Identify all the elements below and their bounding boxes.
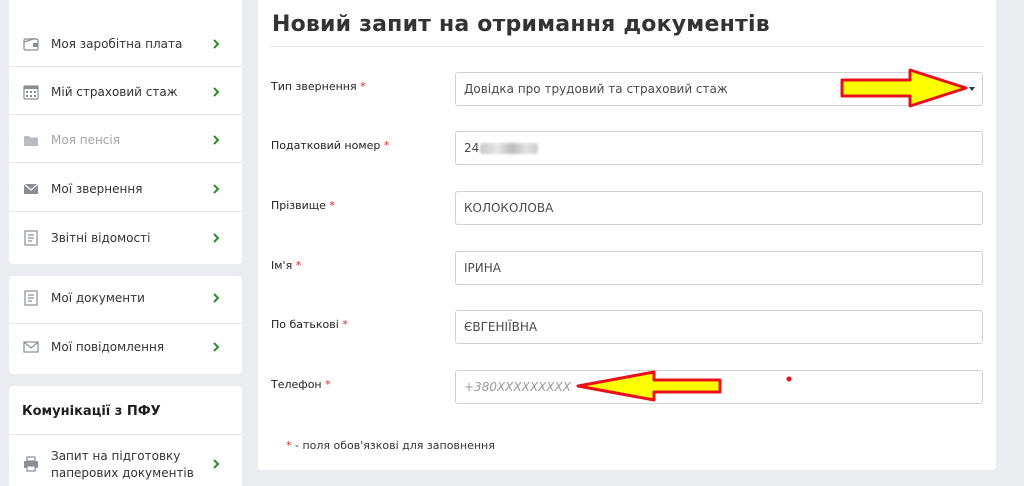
sidebar-item-label: Мої повідомлення xyxy=(51,340,165,354)
sidebar-item-label: Звітні відомості xyxy=(51,231,151,245)
first-name-input[interactable]: ІРИНА xyxy=(455,251,983,285)
chevron-right-icon xyxy=(213,39,220,49)
divider xyxy=(9,323,242,324)
chevron-right-icon xyxy=(213,135,220,145)
sidebar-item-appeals[interactable]: Мої звернення xyxy=(9,177,242,201)
surname-input[interactable]: КОЛОКОЛОВА xyxy=(455,191,983,225)
surname-label: Прізвище * xyxy=(271,199,335,212)
chevron-right-icon xyxy=(213,293,220,303)
divider xyxy=(9,162,242,163)
sidebar-item-reports[interactable]: Звітні відомості xyxy=(9,226,242,250)
sidebar-item-label: Мій страховий стаж xyxy=(51,85,178,99)
first-name-label: Ім'я * xyxy=(271,259,302,272)
sidebar-item-label: Запит на підготовку паперових документів xyxy=(51,449,194,480)
chevron-right-icon xyxy=(213,87,220,97)
sidebar-communications-card: Комунікації з ПФУ Запит на підготовку па… xyxy=(9,386,242,486)
redacted-blur xyxy=(480,142,539,154)
request-type-label: Тип звернення * xyxy=(271,80,366,93)
phone-label: Телефон * xyxy=(271,378,331,391)
sidebar-docs-card: Мої документи Мої повідомлення xyxy=(9,276,242,374)
wallet-icon xyxy=(23,36,39,52)
divider xyxy=(9,211,242,212)
folder-icon xyxy=(23,132,39,148)
chevron-right-icon xyxy=(213,342,220,352)
page-title: Новий запит на отримання документів xyxy=(272,12,770,37)
sidebar-item-messages[interactable]: Мої повідомлення xyxy=(9,335,242,359)
request-form-panel: Новий запит на отримання документів Тип … xyxy=(258,0,996,470)
required-fields-note: * - поля обов'язкові для заповнення xyxy=(286,439,495,452)
caret-down-icon xyxy=(969,87,975,91)
tax-number-input[interactable]: 24 xyxy=(455,131,983,165)
sidebar-item-documents[interactable]: Мої документи xyxy=(9,286,242,310)
tax-number-label: Податковий номер * xyxy=(271,139,390,152)
sidebar-item-pension[interactable]: Моя пенсія xyxy=(9,128,242,152)
sidebar-item-insurance[interactable]: Мій страховий стаж xyxy=(9,80,242,104)
sidebar-menu-card: Моя заробітна плата Мій страховий стаж М… xyxy=(9,0,242,264)
patronymic-label: По батькові * xyxy=(271,318,348,331)
document-icon xyxy=(23,290,39,306)
sidebar-item-salary[interactable]: Моя заробітна плата xyxy=(9,32,242,56)
report-icon xyxy=(23,230,39,246)
divider xyxy=(270,46,984,47)
calendar-icon xyxy=(23,84,39,100)
chevron-right-icon xyxy=(213,459,220,469)
phone-input[interactable]: +380XXXXXXXXX xyxy=(455,370,983,404)
patronymic-input[interactable]: ЄВГЕНІЇВНА xyxy=(455,310,983,344)
chevron-right-icon xyxy=(213,233,220,243)
sidebar-item-label: Мої звернення xyxy=(51,182,143,196)
divider xyxy=(9,434,242,435)
request-type-select[interactable]: Довідка про трудовий та страховий стаж xyxy=(455,72,983,106)
sidebar-item-paper-documents-request[interactable]: Запит на підготовку паперових документів xyxy=(9,444,242,484)
divider xyxy=(9,114,242,115)
section-title: Комунікації з ПФУ xyxy=(22,404,161,419)
envelope-icon xyxy=(23,181,39,197)
printer-icon xyxy=(23,456,39,472)
sidebar-item-label: Моя пенсія xyxy=(51,133,120,147)
divider xyxy=(9,66,242,67)
message-icon xyxy=(23,339,39,355)
chevron-right-icon xyxy=(213,184,220,194)
sidebar-item-label: Мої документи xyxy=(51,291,145,305)
sidebar-item-label: Моя заробітна плата xyxy=(51,37,183,51)
